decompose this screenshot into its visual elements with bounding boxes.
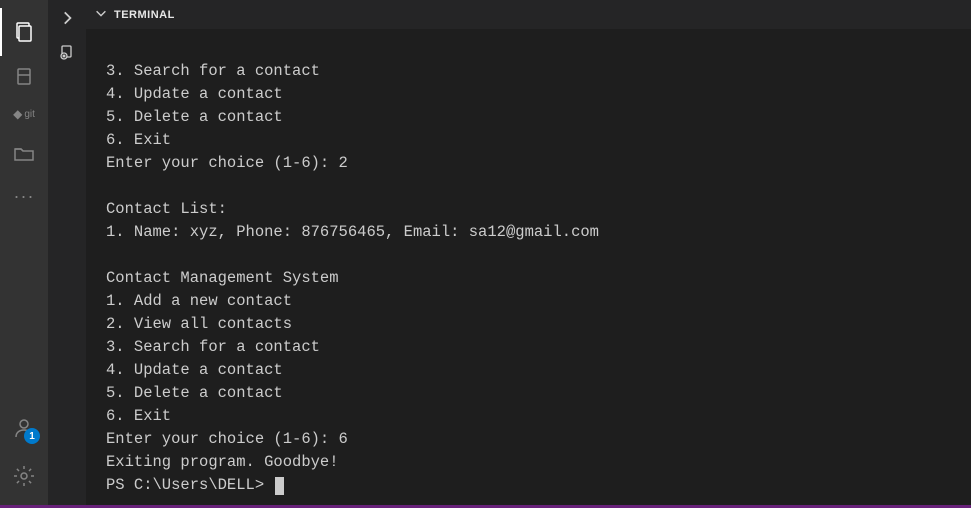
terminal-line: 4. Update a contact xyxy=(106,359,971,382)
terminal-line: 3. Search for a contact xyxy=(106,336,971,359)
terminal-line: Enter your choice (1-6): 6 xyxy=(106,428,971,451)
git-label: git xyxy=(24,109,35,120)
search-icon[interactable] xyxy=(0,56,48,96)
terminal-line: 6. Exit xyxy=(106,405,971,428)
terminal-line: 1. Add a new contact xyxy=(106,290,971,313)
explorer-icon[interactable] xyxy=(0,8,48,56)
activity-bar: ◆git ··· 1 xyxy=(0,0,48,508)
accounts-badge: 1 xyxy=(24,428,40,444)
panel-header: TERMINAL xyxy=(86,0,971,30)
terminal-line: 6. Exit xyxy=(106,129,971,152)
folder-icon[interactable] xyxy=(0,132,48,176)
terminal-line: 3. Search for a contact xyxy=(106,60,971,83)
terminal-line: 4. Update a contact xyxy=(106,83,971,106)
panel-title: TERMINAL xyxy=(114,9,175,21)
terminal-line: 5. Delete a contact xyxy=(106,106,971,129)
settings-gear-icon[interactable] xyxy=(0,452,48,500)
terminal-line: Contact Management System xyxy=(106,267,971,290)
terminal-line xyxy=(106,175,971,198)
terminal-line: 2. View all contacts xyxy=(106,313,971,336)
terminal-line: Enter your choice (1-6): 2 xyxy=(106,152,971,175)
accounts-icon[interactable]: 1 xyxy=(0,404,48,452)
source-control-icon[interactable]: ◆git xyxy=(0,96,48,132)
chevron-right-icon[interactable] xyxy=(55,6,79,30)
prompt-text: PS C:\Users\DELL> xyxy=(106,474,273,497)
terminal-line: 1. Name: xyz, Phone: 876756465, Email: s… xyxy=(106,221,971,244)
editor-actions xyxy=(48,0,86,508)
cursor xyxy=(275,477,284,495)
terminal-line: Contact List: xyxy=(106,198,971,221)
main-panel: TERMINAL 3. Search for a contact4. Updat… xyxy=(86,0,971,508)
terminal-line xyxy=(106,244,971,267)
run-settings-icon[interactable] xyxy=(55,40,79,64)
more-icon[interactable]: ··· xyxy=(0,176,48,216)
terminal-line: Exiting program. Goodbye! xyxy=(106,451,971,474)
chevron-down-icon[interactable] xyxy=(94,6,108,23)
terminal-line: 5. Delete a contact xyxy=(106,382,971,405)
terminal-output[interactable]: 3. Search for a contact4. Update a conta… xyxy=(86,30,971,508)
terminal-prompt[interactable]: PS C:\Users\DELL> xyxy=(106,474,971,497)
